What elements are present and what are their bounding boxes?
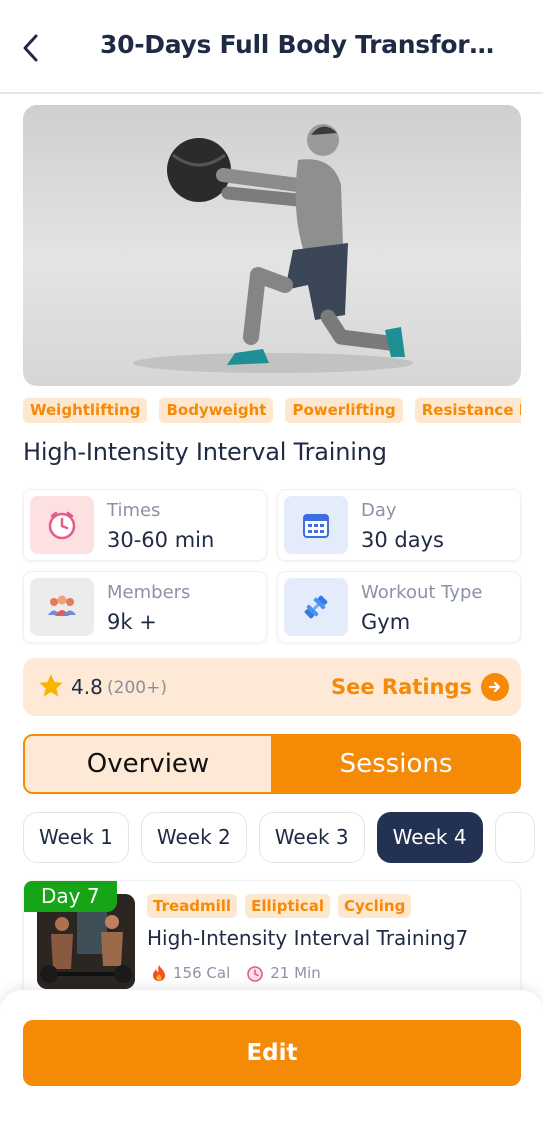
rating-bar: 4.8 (200+) See Ratings [23,658,521,716]
program-tags: Weightlifting Bodyweight Powerlifting Resis… [23,398,521,424]
stat-members: Members 9k + [23,571,267,643]
athlete-illustration [133,124,413,373]
tab-sessions[interactable]: Sessions [273,736,519,792]
week-3-chip[interactable]: Week 3 [258,812,365,863]
session-meta: 156 Cal 21 Min [151,964,337,982]
edit-button[interactable]: Edit [23,1020,521,1086]
tag-powerlifting: Powerlifting [285,398,403,423]
day-badge: Day 7 [24,881,117,912]
stat-workout-type-label: Workout Type [361,582,483,603]
stat-times-label: Times [107,500,161,521]
stat-members-label: Members [107,582,191,603]
tag-treadmill: Treadmill [147,894,238,918]
rating-value: 4.8 [71,675,103,699]
stat-members-value: 9k + [107,610,157,634]
tag-resistance-band: Resistance Band [414,398,521,423]
week-next-chip[interactable] [494,812,535,863]
dumbbell-icon [284,578,348,636]
stat-day-value: 30 days [361,528,444,552]
see-ratings-link[interactable]: See Ratings [331,672,509,702]
flame-icon [153,965,165,981]
page-title: 30-Days Full Body Transformation [100,30,520,59]
clock-small-icon [247,966,264,982]
week-2-chip[interactable]: Week 2 [140,812,247,863]
stat-workout-type-value: Gym [361,610,411,634]
star-icon [39,674,63,697]
members-icon [30,578,94,636]
session-calories-value: 156 Cal [173,964,231,982]
back-button[interactable] [14,28,48,68]
week-4-chip[interactable]: Week 4 [376,812,483,863]
session-duration: 21 Min [246,964,321,982]
session-duration-value: 21 Min [270,964,321,982]
session-calories: 156 Cal [151,964,230,982]
stat-workout-type: Workout Type Gym [277,571,521,643]
app-header: 30-Days Full Body Transformation [0,0,543,94]
see-ratings-label: See Ratings [331,675,472,699]
content-tabs: Overview Sessions [23,734,521,794]
week-selector: Week 1 Week 2 Week 3 Week 4 [23,812,543,864]
back-arrow-icon [23,34,38,62]
tag-cycling: Cycling [337,894,412,918]
stat-day-label: Day [361,500,397,521]
program-title: High-Intensity Interval Training [23,438,387,466]
program-hero-image [23,105,521,386]
clock-icon [30,496,94,554]
session-card[interactable]: Day 7 Treadmill Elliptical Cycling High-In… [23,880,521,1000]
stat-times: Times 30-60 min [23,489,267,561]
calendar-icon [284,496,348,554]
tag-bodyweight: Bodyweight [159,398,274,423]
rating-count: (200+) [107,678,167,698]
bottom-action-bar: Edit [0,990,543,1125]
tab-overview[interactable]: Overview [25,736,273,792]
arrow-right-icon [481,673,509,701]
week-1-chip[interactable]: Week 1 [23,812,129,863]
session-title: High-Intensity Interval Training7 [147,926,469,950]
tag-elliptical: Elliptical [245,894,330,918]
session-tags: Treadmill Elliptical Cycling [147,894,419,918]
tag-weightlifting: Weightlifting [23,398,148,423]
stat-times-value: 30-60 min [107,528,215,552]
stat-day: Day 30 days [277,489,521,561]
